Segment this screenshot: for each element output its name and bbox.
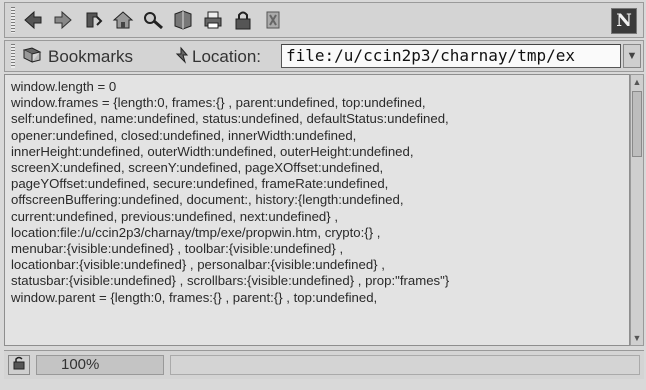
content-line: menubar:{visible:undefined} , toolbar:{v… (11, 241, 344, 257)
stop-icon[interactable] (261, 8, 285, 32)
brand-logo[interactable]: N (611, 8, 637, 34)
content-line: innerHeight:undefined, outerWidth:undefi… (11, 143, 414, 159)
toolbar-buttons (21, 6, 285, 34)
bookmarks-label: Bookmarks (48, 47, 134, 66)
page-content: window.length = 0 window.frames = {length… (4, 74, 630, 346)
scroll-up-icon[interactable]: ▲ (631, 76, 643, 88)
content-line: window.frames = {length:0, frames:{} , p… (11, 95, 426, 111)
bookmarks-button[interactable]: Bookmarks (22, 45, 134, 69)
print-icon[interactable] (201, 8, 225, 32)
reload-icon[interactable] (81, 8, 105, 32)
location-label-group: Location: (173, 45, 261, 69)
url-dropdown-button[interactable]: ▼ (623, 44, 641, 68)
vertical-scrollbar[interactable]: ▲ ▼ (630, 74, 644, 346)
content-line: offscreenBuffering:undefined, document:,… (11, 192, 404, 208)
content-line: locationbar:{visible:undefined} , person… (11, 257, 385, 273)
scrollbar-thumb[interactable] (632, 91, 642, 157)
status-message-area (170, 355, 640, 375)
security-lock-button[interactable] (8, 355, 30, 375)
location-label: Location: (192, 47, 261, 66)
content-line: window.parent = {length:0, frames:{} , p… (11, 289, 378, 305)
search-icon[interactable] (141, 8, 165, 32)
content-line: screenX:undefined, screenY:undefined, pa… (11, 160, 384, 176)
navigation-toolbar: N (4, 2, 644, 38)
location-toolbar: Bookmarks Location: file:/u/ccin2p3/char… (4, 40, 644, 72)
content-line: statusbar:{visible:undefined} , scrollba… (11, 273, 450, 289)
security-icon[interactable] (231, 8, 255, 32)
location-url-input[interactable]: file:/u/ccin2p3/charnay/tmp/ex (281, 44, 621, 68)
content-line: current:undefined, previous:undefined, n… (11, 208, 338, 224)
lock-icon (12, 356, 26, 375)
home-icon[interactable] (111, 8, 135, 32)
status-bar: 100% (4, 350, 644, 379)
scroll-down-icon[interactable]: ▼ (631, 332, 643, 344)
location-grip[interactable] (11, 44, 15, 68)
browser-window: N Bookmarks Location: file:/u/ccin2p3/ch… (0, 0, 646, 390)
content-line: opener:undefined, closed:undefined, inne… (11, 127, 357, 143)
location-icon (173, 46, 189, 69)
chevron-down-icon: ▼ (626, 50, 638, 62)
content-line: window.length = 0 (11, 79, 117, 94)
back-icon[interactable] (21, 8, 45, 32)
guide-icon[interactable] (171, 8, 195, 32)
content-text: window.length = 0 window.frames = {length… (5, 75, 629, 306)
content-line: self:undefined, name:undefined, status:u… (11, 111, 449, 127)
toolbar-grip[interactable] (11, 7, 15, 33)
progress-indicator: 100% (36, 355, 164, 375)
content-line: location:file:/u/ccin2p3/charnay/tmp/exe… (11, 224, 381, 240)
forward-icon[interactable] (51, 8, 75, 32)
content-line: pageYOffset:undefined, secure:undefined,… (11, 176, 389, 192)
bookmarks-icon (22, 46, 45, 69)
